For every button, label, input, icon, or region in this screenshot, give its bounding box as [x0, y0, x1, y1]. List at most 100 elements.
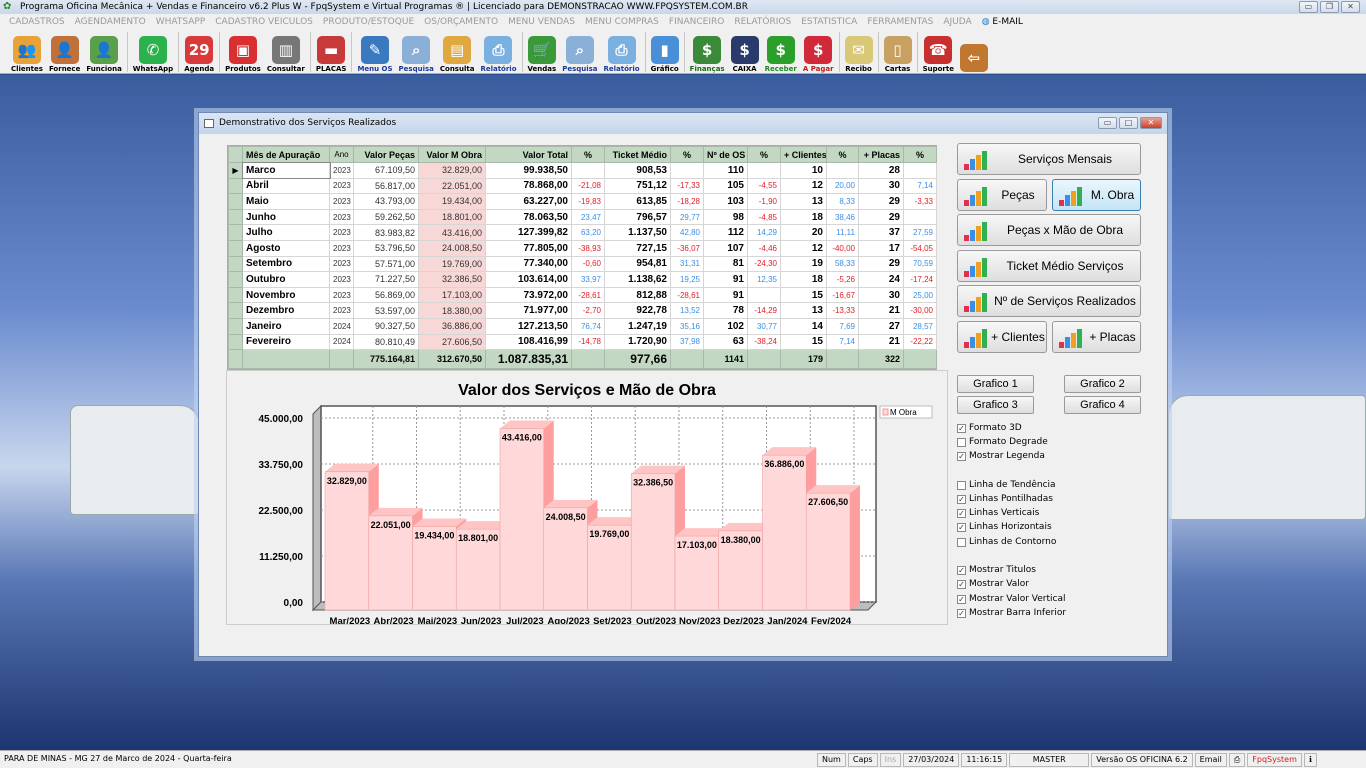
cell--clientes[interactable]: 18 — [780, 208, 827, 226]
row-indicator[interactable] — [228, 255, 243, 273]
option-mostrar-valor-vertical[interactable]: ✓ Mostrar Valor Vertical — [957, 594, 1066, 604]
checkbox-checked[interactable]: ✓ — [957, 451, 966, 461]
cell-m-s-de-apura-o[interactable]: Abril — [242, 177, 330, 195]
cell-valor-pe-as[interactable]: 56.817,00 — [353, 177, 419, 195]
checkbox-checked[interactable]: ✓ — [957, 594, 966, 604]
chart-button-clientes[interactable]: + Clientes — [957, 321, 1047, 353]
cell--placas[interactable]: 17 — [858, 239, 904, 257]
cell-m-s-de-apura-o[interactable]: Janeiro — [242, 317, 330, 335]
toolbar-button-whatsapp[interactable]: ✆ WhatsApp — [130, 31, 176, 73]
cell-m-s-de-apura-o[interactable]: Agosto — [242, 239, 330, 257]
cell--[interactable]: 28,57 — [903, 317, 937, 335]
cell--[interactable]: 58,33 — [826, 255, 859, 273]
cell--[interactable] — [826, 162, 859, 179]
row-indicator[interactable] — [228, 302, 243, 319]
cell-m-s-de-apura-o[interactable]: Marco — [241, 161, 331, 180]
toolbar-button-menu-os[interactable]: ✎ Menu OS — [354, 31, 395, 73]
option-mostrar-barra-inferior[interactable]: ✓ Mostrar Barra Inferior — [957, 608, 1066, 618]
cell-valor-m-obra[interactable]: 24.008,50 — [418, 239, 486, 257]
toolbar-button-consulta[interactable]: ▤ Consulta — [437, 31, 478, 73]
cell--[interactable]: -18,28 — [670, 193, 704, 210]
row-indicator[interactable] — [228, 208, 243, 226]
cell--[interactable]: -22,22 — [903, 333, 937, 351]
cell-ano[interactable]: 2023 — [329, 224, 354, 241]
cell-ticket-m-dio[interactable]: 954,81 — [604, 255, 671, 273]
cell--[interactable]: -16,67 — [826, 286, 859, 304]
column-header[interactable]: + Clientes — [780, 146, 827, 163]
menu-cadastro-veiculos[interactable]: CADASTRO VEICULOS — [210, 17, 318, 27]
toolbar-button-receber[interactable]: $ Receber — [762, 31, 800, 73]
row-indicator[interactable] — [228, 177, 243, 195]
cell-valor-total[interactable]: 77.805,00 — [485, 239, 572, 257]
chart-button-pe-as-x-m-o-de-obra[interactable]: Peças x Mão de Obra — [957, 214, 1141, 246]
cell-ticket-m-dio[interactable]: 796,57 — [604, 208, 671, 226]
option-formato-degrade[interactable]: Formato Degrade — [957, 437, 1048, 447]
toolbar-button-finan-as[interactable]: $ Finanças — [687, 31, 728, 73]
toolbar-button-fornece[interactable]: 👤 Fornece — [46, 31, 83, 73]
table-row[interactable]: Junho 2023 59.262,50 18.801,00 78.063,50 23,4… — [228, 208, 937, 226]
cell-n-de-os[interactable]: 107 — [703, 239, 748, 257]
cell-m-s-de-apura-o[interactable]: Setembro — [242, 255, 330, 273]
menu-os-or-amento[interactable]: OS/ORÇAMENTO — [419, 17, 503, 27]
cell--clientes[interactable]: 15 — [780, 333, 827, 351]
cell-ticket-m-dio[interactable]: 812,88 — [604, 286, 671, 304]
status-email[interactable]: Email — [1194, 752, 1227, 767]
toolbar-button-recibo[interactable]: ✉ Recibo — [842, 31, 876, 73]
cell--clientes[interactable]: 13 — [780, 193, 827, 210]
cell-n-de-os[interactable]: 105 — [703, 177, 748, 195]
cell-valor-m-obra[interactable]: 22.051,00 — [418, 177, 486, 195]
cell-valor-m-obra[interactable]: 43.416,00 — [418, 224, 486, 241]
menu-menu-compras[interactable]: MENU COMPRAS — [580, 17, 664, 27]
cell--[interactable]: 14,29 — [747, 224, 781, 241]
table-row[interactable]: Maio 2023 43.793,00 19.434,00 63.227,00 -19,8… — [228, 193, 937, 210]
cell--[interactable]: 76,74 — [571, 317, 605, 335]
column-header[interactable]: % — [903, 146, 937, 163]
cell-ano[interactable]: 2023 — [329, 271, 354, 288]
cell-valor-m-obra[interactable]: 32.386,50 — [418, 271, 486, 288]
chart-button-servi-os-mensais[interactable]: Serviços Mensais — [957, 143, 1141, 175]
cell--placas[interactable]: 29 — [858, 255, 904, 273]
column-header[interactable]: Nº de OS — [703, 146, 748, 163]
menu-estatistica[interactable]: ESTATISTICA — [796, 17, 862, 27]
checkbox-checked[interactable]: ✓ — [957, 522, 966, 532]
restore-button[interactable]: ❐ — [1320, 1, 1339, 13]
checkbox-checked[interactable]: ✓ — [957, 565, 966, 575]
column-header[interactable]: Ticket Médio — [604, 146, 671, 163]
cell-valor-m-obra[interactable]: 36.886,00 — [418, 317, 486, 335]
table-row[interactable]: Dezembro 2023 53.597,00 18.380,00 71.977,00-… — [228, 302, 937, 319]
cell--placas[interactable]: 30 — [858, 286, 904, 304]
table-row[interactable]: Agosto 2023 53.796,50 24.008,50 77.805,00 -38… — [228, 239, 937, 257]
cell-m-s-de-apura-o[interactable]: Novembro — [242, 286, 330, 304]
toolbar-button-funciona[interactable]: 👤 Funciona — [83, 31, 124, 73]
cell-valor-pe-as[interactable]: 53.796,50 — [353, 239, 419, 257]
toolbar-button-relat-rio[interactable]: ⎙ Relatório — [477, 31, 519, 73]
cell-ano[interactable]: 2023 — [329, 286, 354, 304]
table-row[interactable]: ▶ Marco 2023 67.109,50 32.829,00 99.938,50 908… — [228, 161, 937, 180]
cell-n-de-os[interactable]: 78 — [703, 302, 748, 319]
cell--[interactable]: -17,33 — [670, 177, 704, 195]
cell-valor-total[interactable]: 99.938,50 — [485, 162, 572, 179]
cell--[interactable] — [747, 162, 781, 179]
column-header[interactable]: % — [826, 146, 859, 163]
cell-ticket-m-dio[interactable]: 727,15 — [604, 239, 671, 257]
cell-ticket-m-dio[interactable]: 751,12 — [604, 177, 671, 195]
cell-valor-total[interactable]: 108.416,99 — [485, 333, 572, 351]
option-mostrar-valor[interactable]: ✓ Mostrar Valor — [957, 579, 1029, 589]
option-mostrar-titulos[interactable]: ✓ Mostrar Titulos — [957, 565, 1036, 575]
cell-m-s-de-apura-o[interactable]: Julho — [242, 224, 330, 241]
toolbar-button-caixa[interactable]: $ CAIXA — [728, 31, 762, 73]
checkbox-unchecked[interactable] — [957, 437, 966, 447]
cell-valor-total[interactable]: 73.972,00 — [485, 286, 572, 304]
cell-n-de-os[interactable]: 91 — [703, 271, 748, 288]
row-indicator[interactable] — [228, 271, 243, 288]
cell--[interactable]: -4,85 — [747, 208, 781, 226]
row-indicator[interactable] — [228, 333, 243, 351]
menu-email[interactable]: ◍ E-MAIL — [977, 17, 1028, 27]
option-linhas-de-contorno[interactable]: Linhas de Contorno — [957, 537, 1056, 547]
chart-button-placas[interactable]: + Placas — [1052, 321, 1141, 353]
menu-relat-rios[interactable]: RELATÓRIOS — [729, 17, 796, 27]
row-indicator[interactable] — [228, 224, 243, 241]
column-header[interactable]: % — [747, 146, 781, 163]
cell-valor-m-obra[interactable]: 32.829,00 — [418, 162, 486, 179]
cell--clientes[interactable]: 20 — [780, 224, 827, 241]
